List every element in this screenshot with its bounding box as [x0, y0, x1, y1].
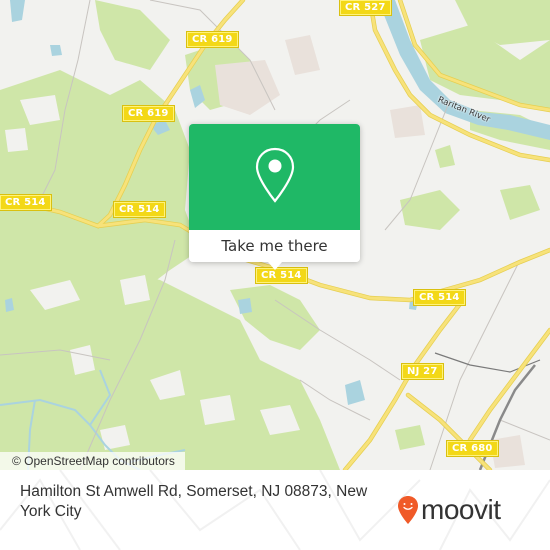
- road-shield-cr514: CR 514: [0, 194, 52, 211]
- map-pin-icon: [255, 147, 295, 203]
- road-shield-nj27: NJ 27: [401, 363, 444, 380]
- road-shield-cr527: CR 527: [339, 0, 392, 16]
- road-shield-cr680: CR 680: [446, 440, 499, 457]
- popup-pointer: [268, 262, 282, 270]
- map-canvas[interactable]: CR 527 CR 619 CR 619 CR 514 CR 514 CR 51…: [0, 0, 550, 470]
- map-attribution[interactable]: © OpenStreetMap contributors: [0, 452, 185, 470]
- popup-header: [189, 124, 360, 230]
- road-shield-cr619: CR 619: [186, 31, 239, 48]
- moovit-pin-icon: [398, 496, 418, 524]
- road-shield-cr514: CR 514: [413, 289, 466, 306]
- road-shield-cr514: CR 514: [255, 267, 308, 284]
- road-shield-cr619: CR 619: [122, 105, 175, 122]
- road-shield-cr514: CR 514: [113, 201, 166, 218]
- location-popup: Take me there: [189, 124, 360, 270]
- take-me-there-button[interactable]: Take me there: [189, 230, 360, 262]
- moovit-logo[interactable]: moovit: [397, 492, 501, 528]
- footer: Hamilton St Amwell Rd, Somerset, NJ 0887…: [0, 470, 550, 550]
- moovit-wordmark: moovit: [421, 494, 501, 525]
- address-text: Hamilton St Amwell Rd, Somerset, NJ 0887…: [20, 483, 368, 520]
